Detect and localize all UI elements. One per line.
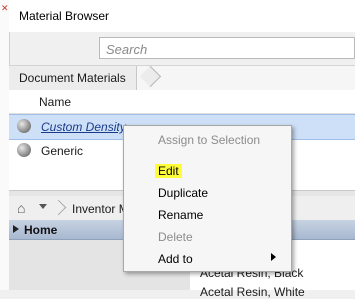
menu-item-add-to[interactable]: Add to (158, 252, 193, 266)
menu-item-delete[interactable]: Delete (158, 230, 193, 244)
menu-item-rename[interactable]: Rename (158, 208, 203, 222)
menu-item-assign-to-selection[interactable]: Assign to Selection (158, 133, 260, 147)
home-icon[interactable]: ⌂ (17, 200, 25, 216)
material-name: Generic (41, 144, 84, 158)
library-name[interactable]: Inventor M (72, 202, 129, 216)
breadcrumb-chevron-icon (139, 65, 162, 88)
material-name: Custom Density (41, 120, 126, 134)
material-sphere-icon (17, 143, 31, 157)
submenu-arrow-icon (271, 253, 276, 261)
document-materials-breadcrumb[interactable]: Document Materials (9, 65, 355, 91)
menu-item-edit[interactable]: Edit (155, 164, 182, 178)
column-header[interactable]: Name (9, 90, 355, 114)
menu-item-edit-label: Edit (155, 164, 182, 178)
breadcrumb-document-materials[interactable]: Document Materials (9, 66, 137, 90)
search-input[interactable] (104, 39, 348, 59)
tree-home-label: Home (24, 223, 58, 237)
breadcrumb-chevron-icon (50, 199, 67, 216)
window-title: Material Browser (19, 9, 110, 23)
title-bar: Material Browser (9, 0, 355, 32)
dropdown-arrow-icon[interactable] (39, 204, 47, 209)
close-mark-icon: ✕ (1, 3, 9, 13)
column-name-label: Name (39, 95, 72, 109)
context-menu: Assign to Selection Edit Duplicate Renam… (123, 125, 292, 272)
expand-triangle-icon[interactable] (13, 225, 19, 233)
search-box[interactable] (99, 37, 355, 59)
menu-item-duplicate[interactable]: Duplicate (158, 186, 208, 200)
library-item[interactable]: Acetal Resin, White (200, 285, 305, 299)
material-sphere-icon (17, 119, 31, 133)
